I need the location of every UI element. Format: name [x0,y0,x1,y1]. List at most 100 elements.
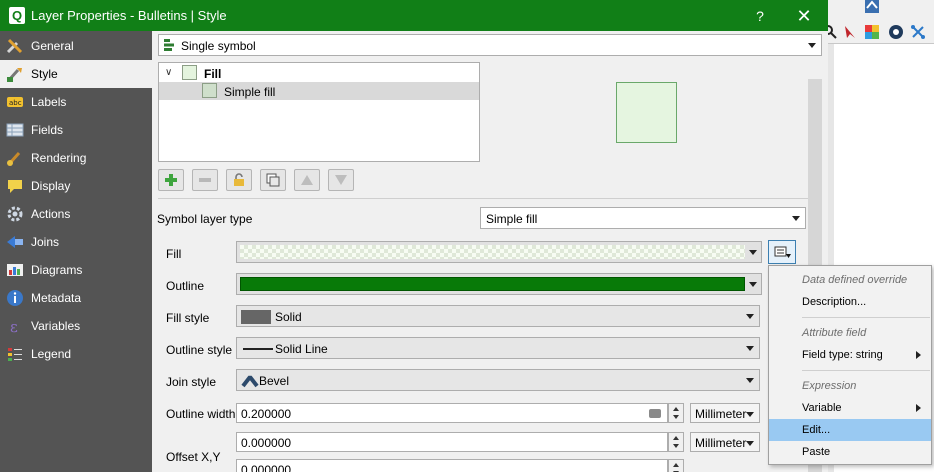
grid-color-icon[interactable] [864,24,880,40]
chevron-down-icon [746,412,754,417]
sidebar-item-label: Display [31,179,71,193]
menu-item-label: Edit... [802,424,831,436]
sidebar-item-label: Actions [31,207,71,221]
plus-icon [165,174,177,186]
sidebar-item-label: Rendering [31,151,87,165]
menu-header-data-defined-override: Data defined override [769,269,931,291]
symbol-layer-type-select[interactable]: Simple fill [480,207,806,229]
bevel-join-icon [241,375,259,388]
step-up-icon[interactable] [673,407,679,411]
sidebar-item-variables[interactable]: ε Variables [0,312,152,340]
layer-properties-dialog: Q Layer Properties - Bulletins | Style ?… [0,0,828,472]
offset-x-stepper[interactable] [668,432,684,452]
renderer-select[interactable]: Single symbol [158,34,822,56]
tree-row-simple-fill[interactable]: Simple fill [159,82,479,100]
outline-style-select[interactable]: Solid Line [236,337,760,359]
duplicate-icon [266,173,280,187]
move-down-button[interactable] [328,169,354,191]
minus-icon [199,178,211,182]
fill-color-button[interactable] [236,241,762,263]
sidebar-item-general[interactable]: General [0,32,152,60]
globe-icon[interactable] [888,24,904,40]
outline-width-label: Outline width [166,407,236,421]
data-defined-override-button[interactable] [768,240,796,264]
arrow-down-icon [335,175,347,185]
sidebar-item-legend[interactable]: Legend [0,340,152,368]
chevron-down-icon [749,250,757,255]
outline-style-label: Outline style [166,343,233,357]
menu-header-attribute-field: Attribute field [769,322,931,344]
fill-label: Fill [166,247,182,261]
offset-y-stepper[interactable] [668,459,684,472]
clear-icon[interactable] [649,409,661,418]
sidebar-item-style[interactable]: Style [0,60,152,88]
sidebar-item-label: Metadata [31,291,82,305]
menu-item-field-type[interactable]: Field type: string [769,344,931,366]
join-style-select[interactable]: Bevel [236,369,760,391]
symbol-layer-type-value: Simple fill [486,212,538,226]
wrench-icon [6,38,23,54]
symbol-layer-type-label: Symbol layer type [157,212,253,226]
legend-icon [8,348,22,361]
menu-item-edit[interactable]: Edit... [769,419,931,441]
outline-width-input[interactable]: 0.200000 [236,403,668,423]
sidebar-item-joins[interactable]: Joins [0,228,152,256]
remove-layer-button[interactable] [192,169,218,191]
offset-unit-select[interactable]: Millimeter [690,432,760,452]
sidebar-item-rendering[interactable]: Rendering [0,144,152,172]
sidebar-item-actions[interactable]: Actions [0,200,152,228]
outline-width-unit-value: Millimeter [695,407,747,421]
lock-layer-button[interactable] [226,169,252,191]
duplicate-layer-button[interactable] [260,169,286,191]
menu-item-label: Field type: string [802,349,883,361]
help-button[interactable]: ? [750,6,770,26]
sidebar-item-label: Labels [31,95,67,109]
svg-text:ε: ε [10,318,18,335]
network-icon[interactable] [910,24,926,40]
outline-color-button[interactable] [236,273,762,295]
sidebar-item-fields[interactable]: Fields [0,116,152,144]
single-symbol-icon [164,39,174,51]
outline-color-swatch [240,277,745,291]
chevron-down-icon [749,282,757,287]
joins-icon [7,236,23,248]
sidebar-item-labels[interactable]: abc Labels [0,88,152,116]
outline-width-stepper[interactable] [668,403,684,423]
step-up-icon[interactable] [673,436,679,440]
sidebar-item-label: Variables [31,319,81,333]
offset-x-input[interactable]: 0.000000 [236,432,668,452]
menu-item-variable[interactable]: Variable [769,397,931,419]
move-up-button[interactable] [294,169,320,191]
offset-label: Offset X,Y [166,450,221,464]
outline-width-unit-select[interactable]: Millimeter [690,403,760,423]
tree-row-fill[interactable]: ∨ Fill [159,64,479,82]
sidebar-item-metadata[interactable]: Metadata [0,284,152,312]
step-down-icon[interactable] [673,415,679,419]
fill-color-swatch [240,245,745,259]
fill-style-select[interactable]: Solid [236,305,760,327]
window-title: Layer Properties - Bulletins | Style [31,8,227,23]
menu-item-description[interactable]: Description... [769,291,931,313]
add-layer-button[interactable] [158,169,184,191]
gear-icon [7,206,23,222]
offset-y-input[interactable]: 0.000000 [236,459,668,472]
fill-style-swatch [241,310,271,324]
step-up-icon[interactable] [673,463,679,467]
sidebar-item-display[interactable]: Display [0,172,152,200]
outline-style-value: Solid Line [275,342,328,356]
step-down-icon[interactable] [673,444,679,448]
outline-width-value: 0.200000 [241,407,292,421]
chevron-down-icon [746,441,754,446]
fill-style-value: Solid [275,310,302,324]
chevron-expanded-icon[interactable]: ∨ [165,67,172,78]
join-style-label: Join style [166,375,217,389]
close-button[interactable]: ✕ [793,5,815,27]
fill-style-label: Fill style [166,311,210,325]
speech-bubble-icon [8,180,22,193]
menu-item-label: Data defined override [802,274,908,286]
menu-item-paste[interactable]: Paste [769,441,931,463]
arrow-icon[interactable] [842,24,858,40]
offset-unit-value: Millimeter [695,436,747,450]
sidebar-item-diagrams[interactable]: Diagrams [0,256,152,284]
toolbar-tool-icon[interactable] [864,0,880,14]
